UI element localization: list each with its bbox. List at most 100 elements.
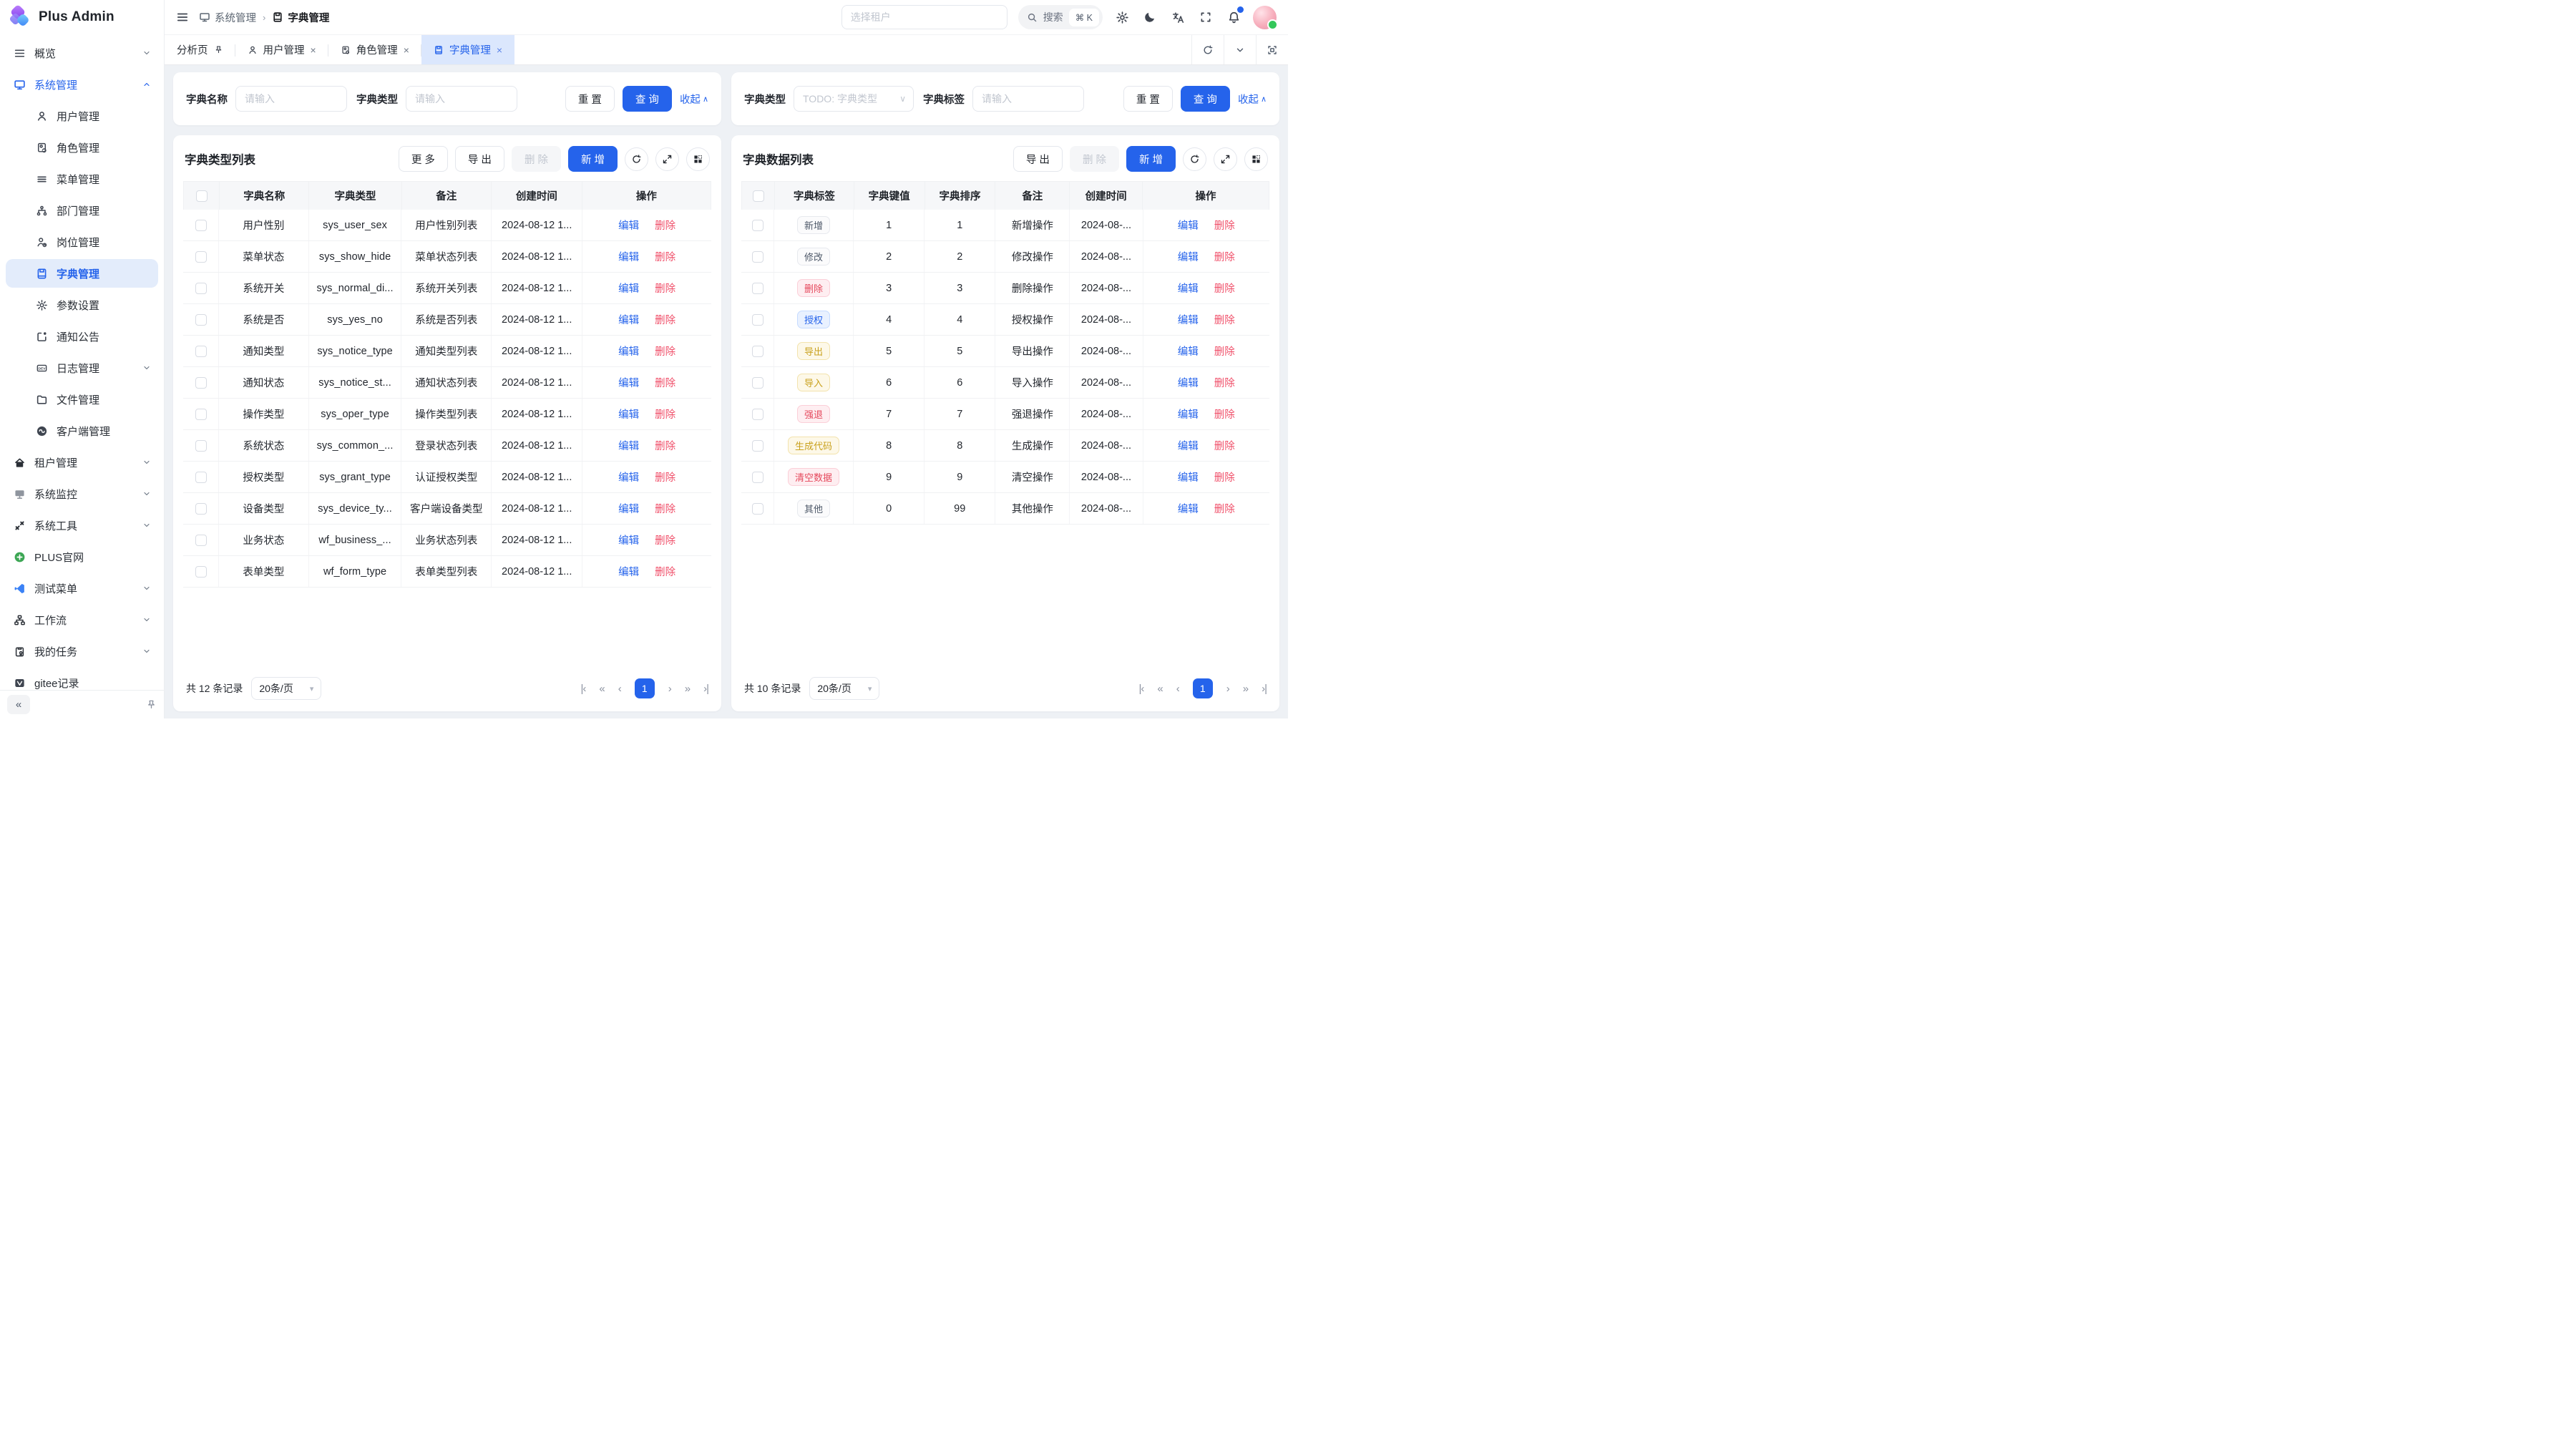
refresh-icon[interactable] [1191,35,1224,64]
add-button[interactable]: 新 增 [1126,146,1176,172]
collapse-search-link[interactable]: 收起∧ [1238,92,1267,107]
settings-gear-icon[interactable] [1113,9,1131,26]
edit-link[interactable]: 编辑 [1178,375,1199,390]
refresh-icon-button[interactable] [1183,147,1206,171]
delete-link[interactable]: 删除 [655,312,675,327]
delete-link[interactable]: 删除 [1214,375,1235,390]
row-checkbox[interactable] [195,283,207,294]
row-checkbox[interactable] [752,503,763,515]
row-checkbox[interactable] [752,314,763,326]
row-checkbox[interactable] [752,346,763,357]
delete-link[interactable]: 删除 [1214,438,1235,453]
refresh-icon-button[interactable] [625,147,648,171]
query-button[interactable]: 查 询 [623,86,672,112]
sidebar-item-role-mgmt[interactable]: 角色管理 [6,133,158,162]
current-page[interactable]: 1 [1193,678,1213,698]
delete-link[interactable]: 删除 [655,281,675,296]
sidebar-item-system-mgmt[interactable]: 系统管理 [6,70,158,99]
avatar[interactable] [1253,6,1277,29]
breadcrumb-item-dict[interactable]: 字典管理 [272,10,329,25]
sidebar-item-overview[interactable]: 概览 [6,39,158,67]
notifications-bell-icon[interactable] [1225,9,1242,26]
sidebar-item-log-mgmt[interactable]: DEV 日志管理 [6,354,158,382]
translate-icon[interactable] [1169,9,1186,26]
row-checkbox[interactable] [752,377,763,389]
row-checkbox[interactable] [195,220,207,231]
delete-link[interactable]: 删除 [1214,344,1235,359]
next-page-icon[interactable]: › [668,683,671,695]
prev-page-icon[interactable]: ‹ [1176,683,1179,695]
fast-next-icon[interactable]: » [685,683,690,695]
fast-prev-icon[interactable]: « [599,683,604,695]
delete-link[interactable]: 删除 [1214,501,1235,516]
dict-type-input[interactable] [406,86,517,112]
delete-link[interactable]: 删除 [655,532,675,547]
content-fullscreen-icon[interactable] [1256,35,1288,64]
sidebar-item-gitee-log[interactable]: gitee记录 [6,668,158,690]
row-checkbox[interactable] [752,220,763,231]
delete-link[interactable]: 删除 [655,564,675,579]
add-button[interactable]: 新 增 [568,146,618,172]
more-button[interactable]: 更 多 [399,146,448,172]
row-checkbox[interactable] [195,346,207,357]
delete-link[interactable]: 删除 [655,344,675,359]
page-size-select[interactable]: 20条/页▾ [251,677,321,700]
sidebar-item-my-tasks[interactable]: 我的任务 [6,637,158,666]
last-page-icon[interactable]: ›| [703,683,708,695]
last-page-icon[interactable]: ›| [1262,683,1267,695]
edit-link[interactable]: 编辑 [1178,501,1199,516]
tab-role-mgmt[interactable]: 角色管理 × [328,35,421,64]
delete-link[interactable]: 删除 [655,438,675,453]
breadcrumb-item-system[interactable]: 系统管理 [199,10,256,25]
edit-link[interactable]: 编辑 [1178,312,1199,327]
edit-link[interactable]: 编辑 [618,218,639,233]
page-size-select[interactable]: 20条/页▾ [809,677,879,700]
row-checkbox[interactable] [195,314,207,326]
row-checkbox[interactable] [195,535,207,546]
delete-link[interactable]: 删除 [655,218,675,233]
collapse-search-link[interactable]: 收起∧ [680,92,708,107]
delete-link[interactable]: 删除 [1214,312,1235,327]
sidebar-item-file-mgmt[interactable]: 文件管理 [6,385,158,414]
edit-link[interactable]: 编辑 [618,564,639,579]
sidebar-item-plus-site[interactable]: PLUS官网 [6,542,158,571]
delete-link[interactable]: 删除 [1214,249,1235,264]
edit-link[interactable]: 编辑 [1178,344,1199,359]
first-page-icon[interactable]: |‹ [581,683,586,695]
sidebar-item-user-mgmt[interactable]: 用户管理 [6,102,158,130]
expand-icon-button[interactable] [1214,147,1237,171]
row-checkbox[interactable] [195,409,207,420]
sidebar-item-notice[interactable]: 通知公告 [6,322,158,351]
prev-page-icon[interactable]: ‹ [618,683,621,695]
query-button[interactable]: 查 询 [1181,86,1230,112]
sidebar-pin-button[interactable] [146,699,157,710]
edit-link[interactable]: 编辑 [618,469,639,484]
dict-label-input[interactable] [972,86,1084,112]
chevron-down-icon[interactable] [1224,35,1256,64]
edit-link[interactable]: 编辑 [618,375,639,390]
row-checkbox[interactable] [195,503,207,515]
close-icon[interactable]: × [311,45,316,55]
row-checkbox[interactable] [752,440,763,452]
edit-link[interactable]: 编辑 [1178,249,1199,264]
row-checkbox[interactable] [752,283,763,294]
sidebar-item-test-menu[interactable]: 测试菜单 [6,574,158,603]
dict-type-select[interactable]: TODO: 字典类型∨ [794,86,914,112]
next-page-icon[interactable]: › [1226,683,1229,695]
edit-link[interactable]: 编辑 [618,312,639,327]
sidebar-item-system-monitor[interactable]: 系统监控 [6,479,158,508]
row-checkbox[interactable] [195,377,207,389]
delete-button[interactable]: 删 除 [512,146,561,172]
delete-link[interactable]: 删除 [1214,469,1235,484]
sidebar-collapse-button[interactable]: « [7,695,30,714]
row-checkbox[interactable] [195,566,207,578]
export-button[interactable]: 导 出 [455,146,504,172]
edit-link[interactable]: 编辑 [618,406,639,422]
sidebar-item-workflow[interactable]: 工作流 [6,605,158,634]
edit-link[interactable]: 编辑 [618,501,639,516]
tab-user-mgmt[interactable]: 用户管理 × [235,35,328,64]
edit-link[interactable]: 编辑 [618,532,639,547]
hamburger-icon[interactable] [176,11,189,24]
sidebar-item-dept-mgmt[interactable]: 部门管理 [6,196,158,225]
sidebar-item-post-mgmt[interactable]: 岗位管理 [6,228,158,256]
